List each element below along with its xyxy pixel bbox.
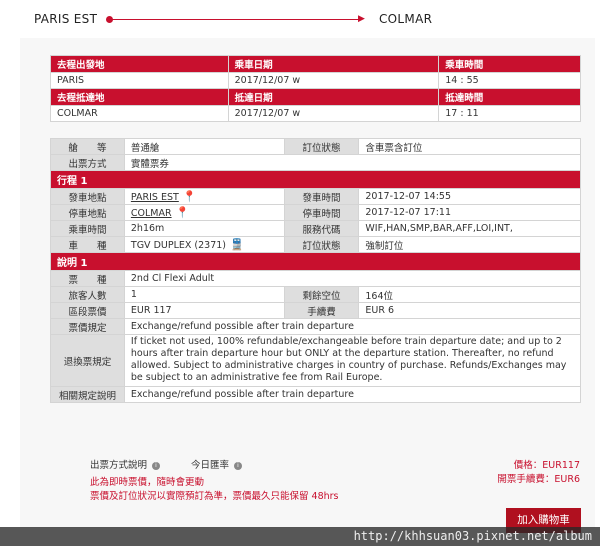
ticket-method-label: 出票方式 [50, 154, 125, 171]
watermark: http://khhsuan03.pixnet.net/album [0, 527, 600, 546]
segment-price-value: EUR 117 [123, 302, 285, 319]
class-row: 艙 等 普通艙 訂位狀態 含車票含訂位 [50, 138, 581, 155]
header-destination: 去程抵達地 [50, 88, 229, 106]
ticket-method-value: 實體票券 [123, 154, 582, 171]
depart-time-label: 發車時間 [283, 188, 360, 205]
train-type-label: 車 種 [50, 236, 125, 253]
itinerary-row: 乘車時間 2h16m 服務代碼 WIF,HAN,SMP,BAR,AFF,LOI,… [50, 220, 581, 237]
notes-row: 相關規定說明 Exchange/refund possible after tr… [50, 386, 582, 403]
service-code-value: WIF,HAN,SMP,BAR,AFF,LOI,INT, [358, 220, 581, 237]
route-destination: COLMAR [379, 12, 433, 26]
itinerary-row: 車 種 TGV DUPLEX (2371) 🚆 訂位狀態 強制訂位 [50, 236, 581, 253]
arrive-station-cell: COLMAR 📍 [123, 204, 285, 221]
duration-value: 2h16m [123, 220, 285, 237]
trip-summary-table: 去程出發地 乘車日期 乘車時間 PARIS 2017/12/07 w 14 : … [50, 55, 581, 122]
itinerary-row: 發車地點 PARIS EST 📍 發車時間 2017-12-07 14:55 [50, 188, 581, 205]
fare-rule-value: Exchange/refund possible after train dep… [123, 318, 582, 335]
route-arrow-line [110, 19, 362, 20]
depart-station-cell: PARIS EST 📍 [123, 188, 285, 205]
service-code-label: 服務代碼 [283, 220, 360, 237]
time-value: 14 : 55 [438, 72, 581, 89]
summary-header-row: 去程出發地 乘車日期 乘車時間 [50, 55, 581, 73]
train-type-cell: TGV DUPLEX (2371) 🚆 [123, 236, 285, 253]
arrive-time-label: 停車時間 [283, 204, 360, 221]
arrival-date-value: 2017/12/07 w [227, 105, 440, 122]
header-date: 乘車日期 [227, 55, 440, 73]
ticket-method-row: 出票方式 實體票券 [50, 154, 582, 171]
notes-title: 說明 1 [50, 252, 581, 271]
price-warning: 此為即時票價，隨時會更動 [90, 477, 205, 488]
map-pin-icon[interactable]: 📍 [176, 206, 190, 219]
related-rule-value: Exchange/refund possible after train dep… [123, 386, 582, 403]
seats-left-label: 剩餘空位 [283, 286, 360, 303]
refund-rule-value: If ticket not used, 100% refundable/exch… [123, 334, 582, 387]
route-origin: PARIS EST [34, 12, 98, 26]
notes-section-header: 說明 1 [50, 252, 581, 271]
train-icon[interactable]: 🚆 [230, 238, 244, 251]
arrival-time-value: 17 : 11 [438, 105, 581, 122]
itinerary-row: 停車地點 COLMAR 📍 停車時間 2017-12-07 17:11 [50, 204, 581, 221]
header-arrival-date: 抵達日期 [227, 88, 440, 106]
issue-fee: 開票手續費：EUR6 [497, 474, 580, 485]
class-label: 艙 等 [50, 138, 125, 155]
fee-value: EUR 6 [358, 302, 581, 319]
route-bar: PARIS EST ▶ COLMAR [0, 0, 600, 38]
ticket-detail-table: 艙 等 普通艙 訂位狀態 含車票含訂位 出票方式 實體票券 行程 1 發車地點 … [50, 138, 582, 403]
related-rule-label: 相關規定說明 [50, 386, 125, 403]
arrive-station-label: 停車地點 [50, 204, 125, 221]
issue-info-label: 出票方式說明 [90, 460, 148, 471]
fare-type-value: 2nd Cl Flexi Adult [123, 270, 582, 287]
map-pin-icon[interactable]: 📍 [183, 190, 197, 203]
notes-row: 旅客人數 1 剩餘空位 164位 [50, 286, 581, 303]
train-type-value: TGV DUPLEX (2371) [130, 240, 226, 251]
refund-rule-label: 退換票規定 [50, 334, 125, 387]
notes-row: 退換票規定 If ticket not used, 100% refundabl… [50, 334, 582, 387]
notes-row: 票 種 2nd Cl Flexi Adult [50, 270, 582, 287]
fee-label: 手續費 [283, 302, 360, 319]
header-origin: 去程出發地 [50, 55, 229, 73]
total-price: 價格：EUR117 [513, 460, 580, 471]
booking-status-value: 含車票含訂位 [358, 138, 581, 155]
summary-header-row: 去程抵達地 抵達日期 抵達時間 [50, 88, 581, 106]
duration-label: 乘車時間 [50, 220, 125, 237]
booking-warning: 票價及訂位狀況以實際預訂為準，票價最久只能保留 48hrs [90, 491, 339, 502]
reservation-label: 訂位狀態 [283, 236, 360, 253]
info-icon[interactable]: i [234, 461, 243, 470]
notes-row: 區段票價 EUR 117 手續費 EUR 6 [50, 302, 581, 319]
destination-value: COLMAR [50, 105, 229, 122]
header-arrival-time: 抵達時間 [438, 88, 581, 106]
passengers-label: 旅客人數 [50, 286, 125, 303]
booking-status-label: 訂位狀態 [283, 138, 360, 155]
class-value: 普通艙 [123, 138, 285, 155]
itinerary-section-header: 行程 1 [50, 170, 581, 189]
date-value: 2017/12/07 w [227, 72, 440, 89]
rate-info-link[interactable]: 今日匯率 i [191, 457, 243, 471]
depart-station-link[interactable]: PARIS EST [131, 192, 179, 203]
arrive-station-link[interactable]: COLMAR [131, 208, 172, 219]
issue-info-link[interactable]: 出票方式說明 i [90, 457, 161, 471]
route-arrow-icon: ▶ [358, 14, 365, 24]
seats-left-value: 164位 [358, 286, 581, 303]
arrive-time-value: 2017-12-07 17:11 [358, 204, 581, 221]
summary-row: COLMAR 2017/12/07 w 17 : 11 [50, 105, 581, 122]
info-icon[interactable]: i [152, 461, 161, 470]
fare-rule-label: 票價規定 [50, 318, 125, 335]
reservation-value: 強制訂位 [358, 236, 581, 253]
header-time: 乘車時間 [438, 55, 581, 73]
notes-row: 票價規定 Exchange/refund possible after trai… [50, 318, 582, 335]
fare-type-label: 票 種 [50, 270, 125, 287]
itinerary-title: 行程 1 [50, 170, 581, 189]
summary-row: PARIS 2017/12/07 w 14 : 55 [50, 72, 581, 89]
depart-station-label: 發車地點 [50, 188, 125, 205]
segment-price-label: 區段票價 [50, 302, 125, 319]
rate-info-label: 今日匯率 [191, 460, 230, 471]
origin-value: PARIS [50, 72, 229, 89]
depart-time-value: 2017-12-07 14:55 [358, 188, 581, 205]
passengers-value: 1 [123, 286, 285, 303]
